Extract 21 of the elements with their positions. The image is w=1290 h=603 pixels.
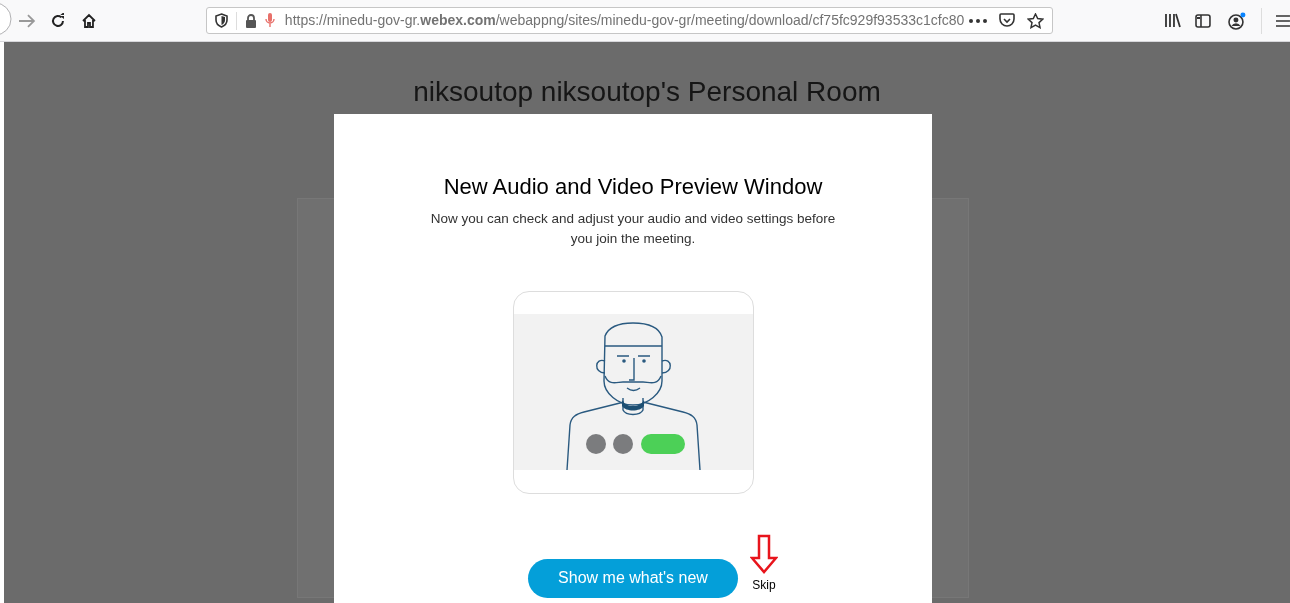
more-icon[interactable]: [969, 18, 988, 23]
shield-icon[interactable]: [214, 13, 228, 28]
pocket-icon[interactable]: [999, 13, 1016, 28]
microphone-icon[interactable]: [264, 13, 275, 28]
sidebar-icon[interactable]: [1195, 13, 1212, 28]
forward-arrow-icon[interactable]: [18, 12, 36, 29]
dialog-title: New Audio and Video Preview Window: [443, 173, 823, 201]
skip-link[interactable]: Skip: [752, 575, 776, 594]
reload-icon[interactable]: [49, 12, 66, 29]
library-icon[interactable]: [1164, 13, 1182, 28]
room-title: niksoutop niksoutop's Personal Room: [413, 78, 881, 106]
dialog-description: Now you can check and adjust your audio and video settings before you join the meeting.: [429, 209, 837, 248]
url-text: https://minedu-gov-gr.webex.com/webappng/sites/minedu-gov-gr/meeting/download/cf75fc929f93533c1cfc80: [284, 11, 965, 30]
star-icon[interactable]: [1027, 12, 1045, 29]
home-icon[interactable]: [80, 12, 97, 29]
show-new-button[interactable]: Show me what's new: [528, 558, 738, 598]
down-arrow-icon: [749, 533, 778, 574]
account-icon[interactable]: [1227, 11, 1248, 30]
menu-icon[interactable]: [1276, 14, 1290, 27]
address-bar[interactable]: https://minedu-gov-gr.webex.com/webappng/sites/minedu-gov-gr/meeting/download/cf75fc929f93533c1cfc80: [205, 7, 1054, 34]
lock-icon[interactable]: [244, 13, 257, 28]
